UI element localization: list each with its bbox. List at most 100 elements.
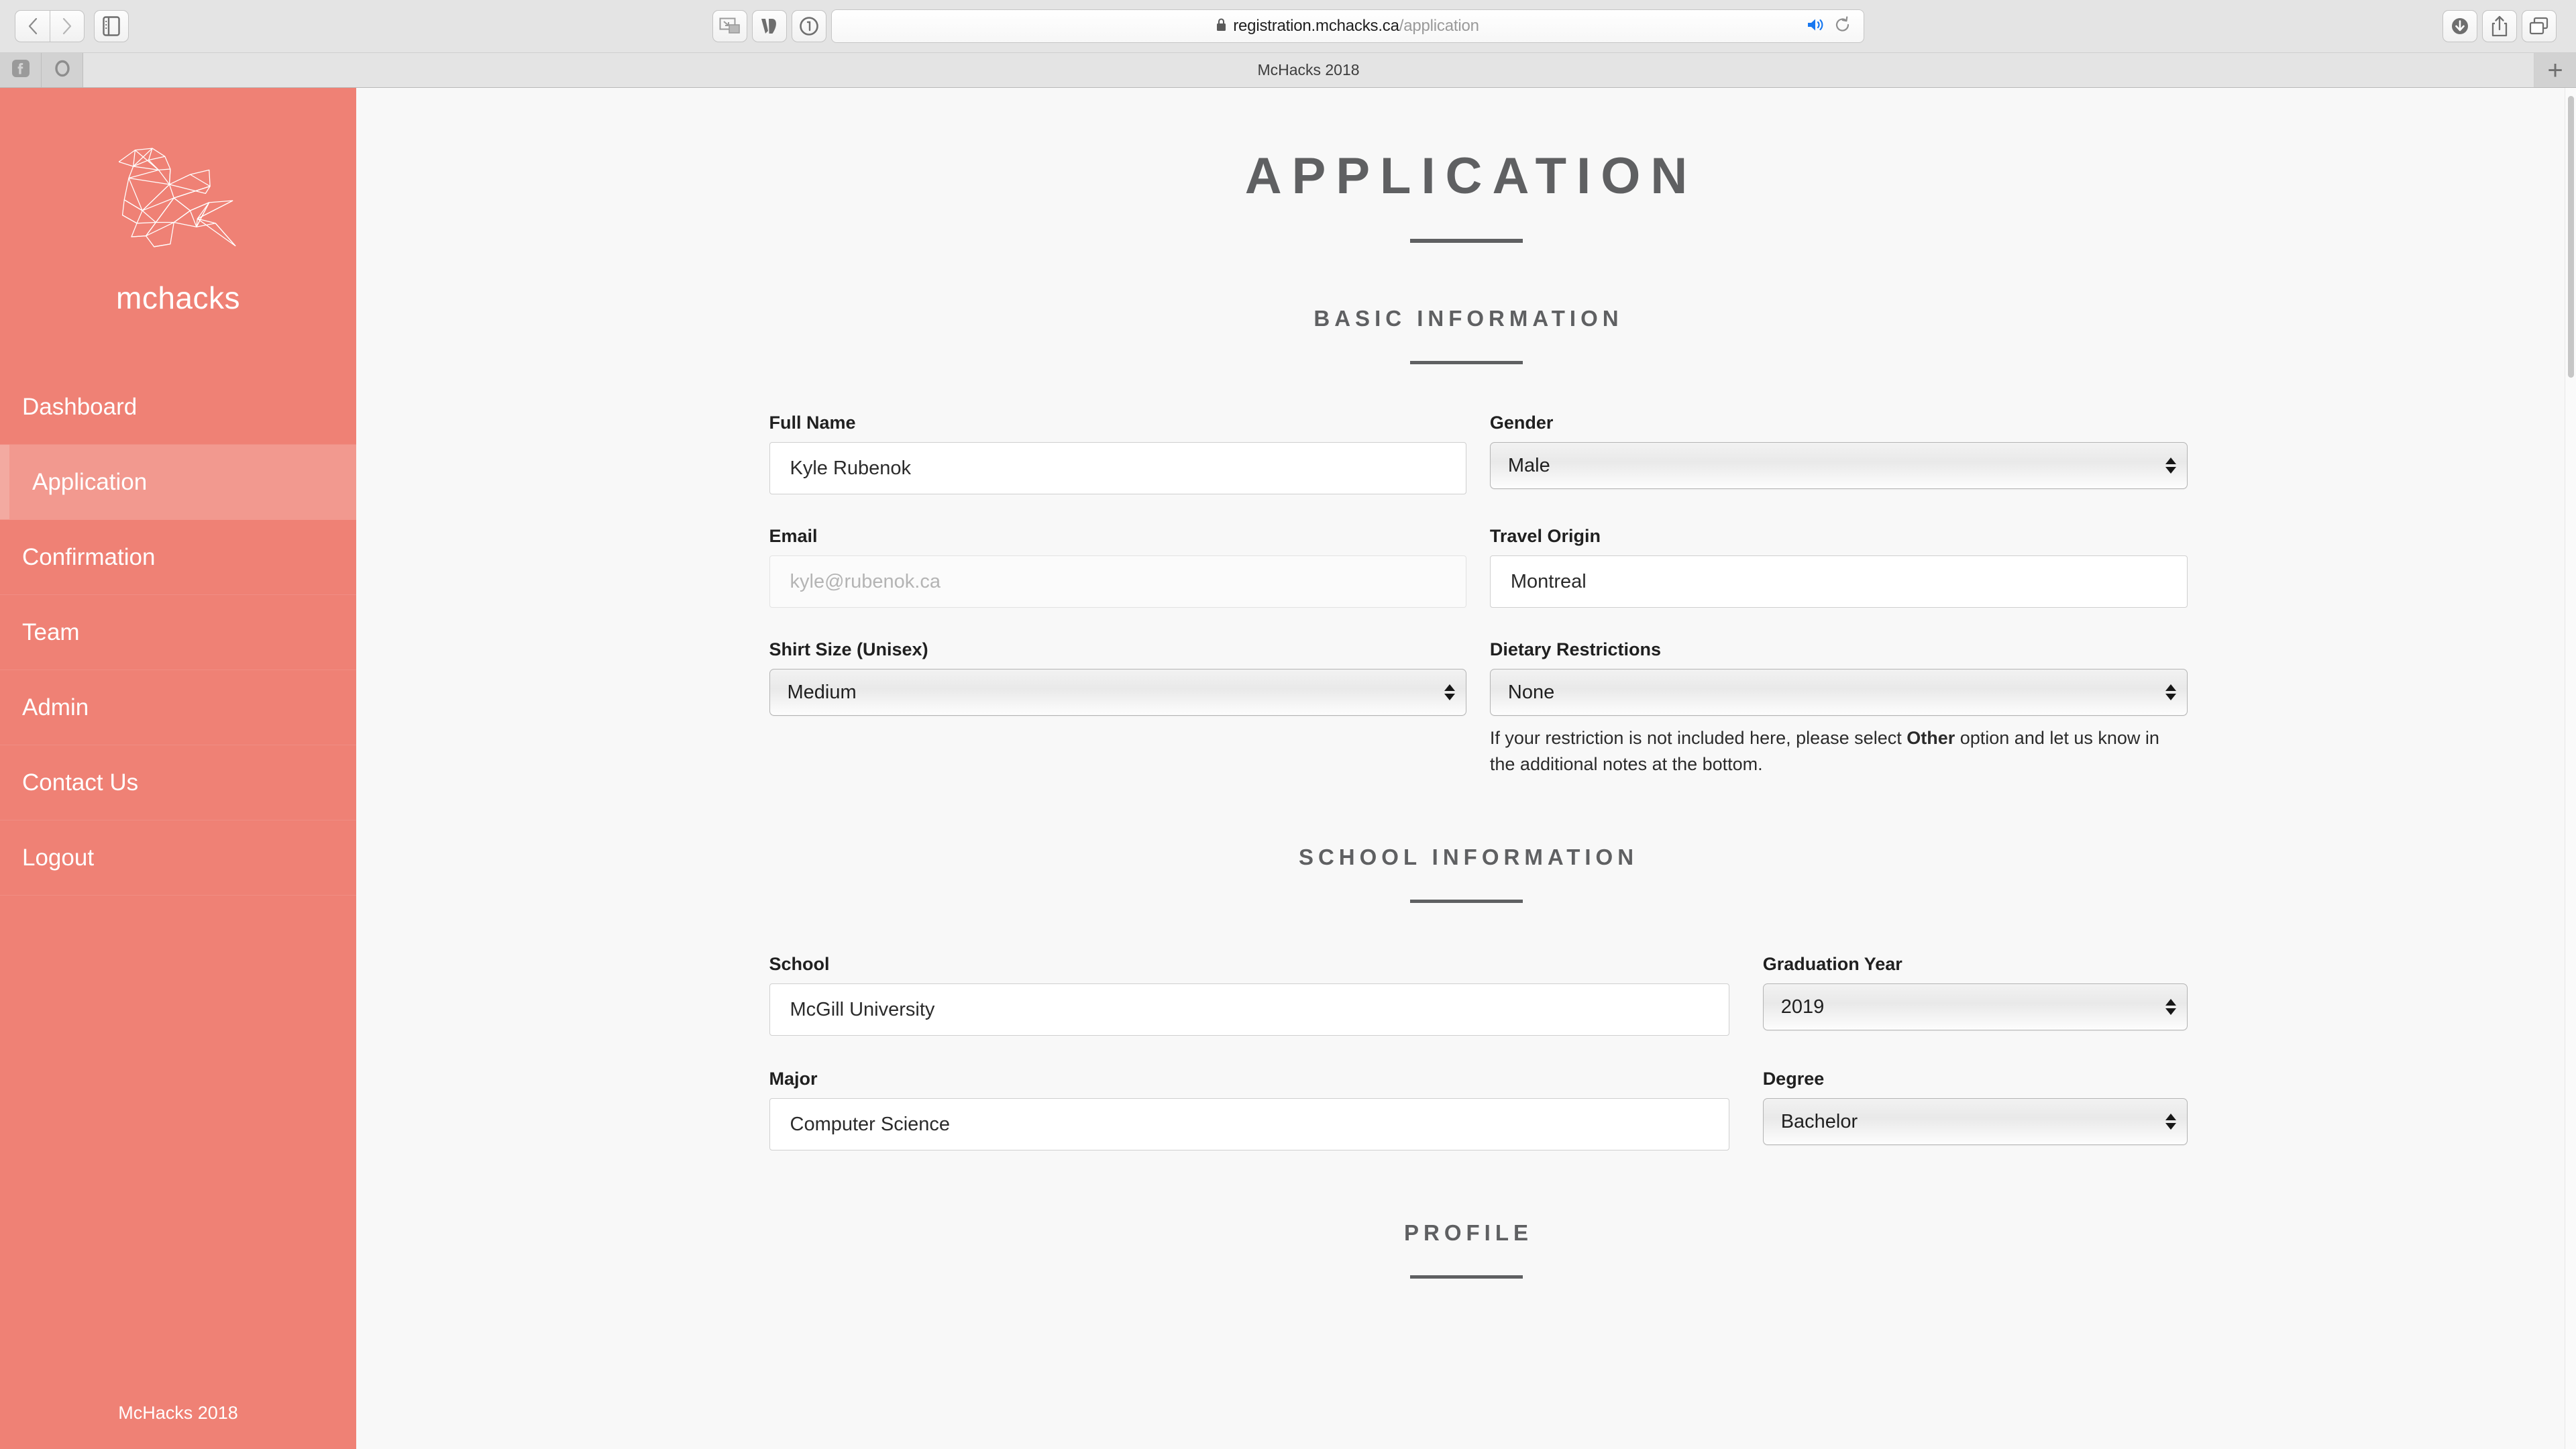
back-button[interactable] (15, 10, 50, 42)
url-text: registration.mchacks.ca/application (1233, 17, 1479, 36)
section-divider-basic (1409, 361, 1523, 364)
downloads-button[interactable] (2443, 10, 2477, 42)
select-stepper-arrows-icon (1444, 684, 1456, 700)
select-stepper-arrows-icon (2165, 458, 2176, 474)
browser-chrome: registration.mchacks.ca/application McHa… (0, 0, 2576, 88)
tab-bar: McHacks 2018 + (0, 52, 2576, 87)
active-tab-title: McHacks 2018 (1257, 61, 1360, 78)
main-content: APPLICATION BASIC INFORMATION Full Name … (356, 88, 2576, 1449)
travel-origin-input[interactable]: Montreal (1489, 555, 2188, 608)
forward-button[interactable] (50, 10, 85, 42)
page-title: APPLICATION (1244, 148, 1698, 205)
degree-select[interactable]: Bachelor (1762, 1098, 2188, 1146)
sidebar-item-confirmation[interactable]: Confirmation (0, 520, 356, 595)
email-label: Email (769, 526, 818, 546)
major-label: Major (769, 1069, 818, 1089)
dietary-restrictions-value: None (1507, 681, 1555, 703)
section-heading-profile: PROFILE (1403, 1220, 1533, 1246)
url-bar[interactable]: registration.mchacks.ca/application (830, 9, 1864, 43)
page-scrollbar[interactable] (2565, 88, 2576, 1449)
plus-icon: + (2547, 55, 2563, 85)
dietary-restrictions-label: Dietary Restrictions (1489, 639, 1661, 659)
gender-label: Gender (1489, 413, 1554, 433)
share-icon (2491, 15, 2508, 37)
sidebar-item-label: Admin (22, 694, 89, 720)
field-group-major: Major Computer Science (769, 1069, 1730, 1151)
picture-in-picture-icon (719, 17, 741, 35)
graduation-year-select[interactable]: 2019 (1762, 983, 2188, 1031)
vd-extension-button[interactable] (751, 10, 787, 42)
field-group-shirt-size: Shirt Size (Unisex) Medium (769, 639, 1467, 777)
share-button[interactable] (2482, 10, 2517, 42)
field-group-email: Email kyle@rubenok.ca (769, 526, 1467, 608)
new-tab-button[interactable]: + (2534, 53, 2576, 87)
sidebar-item-label: Confirmation (22, 543, 156, 570)
field-group-travel-origin: Travel Origin Montreal (1489, 526, 2188, 608)
brand-name: mchacks (116, 280, 240, 315)
active-tab[interactable]: McHacks 2018 (83, 53, 2534, 87)
sidebar-icon (103, 16, 120, 36)
school-input[interactable]: McGill University (769, 983, 1730, 1036)
email-input[interactable]: kyle@rubenok.ca (769, 555, 1467, 608)
dietary-restrictions-select[interactable]: None (1489, 669, 2188, 716)
full-name-value: Kyle Rubenok (790, 457, 912, 479)
vd-extension-icon (759, 16, 780, 36)
field-group-graduation-year: Graduation Year 2019 (1762, 954, 2188, 1036)
chevron-right-icon (62, 17, 72, 35)
full-name-input[interactable]: Kyle Rubenok (769, 442, 1467, 494)
sidebar: mchacks Dashboard Application Confirmati… (0, 88, 356, 1449)
download-icon (2450, 16, 2470, 36)
chevron-left-icon (28, 17, 38, 35)
onepassword-icon (799, 16, 819, 36)
tab-overview-button[interactable] (2522, 10, 2557, 42)
sidebar-item-admin[interactable]: Admin (0, 670, 356, 745)
pinned-tab-facebook[interactable] (0, 53, 42, 87)
full-name-label: Full Name (769, 413, 856, 433)
scrollbar-thumb[interactable] (2568, 96, 2574, 378)
audio-playing-icon[interactable] (1806, 17, 1825, 36)
lock-icon (1216, 17, 1227, 36)
sidebar-item-team[interactable]: Team (0, 595, 356, 670)
sidebar-item-label: Team (22, 619, 80, 645)
picture-in-picture-button[interactable] (712, 10, 747, 42)
field-group-gender: Gender Male (1489, 413, 2188, 494)
help-text-before: If your restriction is not included here… (1489, 728, 1907, 748)
onepassword-button[interactable] (791, 10, 826, 42)
shirt-size-label: Shirt Size (Unisex) (769, 639, 928, 659)
email-placeholder: kyle@rubenok.ca (790, 570, 941, 592)
section-divider-school (1409, 900, 1523, 904)
school-information-form: School McGill University Graduation Year… (745, 954, 2188, 1151)
show-sidebar-button[interactable] (94, 10, 129, 42)
reload-icon[interactable] (1834, 15, 1851, 37)
sidebar-footer: McHacks 2018 (118, 1403, 238, 1423)
select-stepper-arrows-icon (2165, 999, 2176, 1016)
gender-select[interactable]: Male (1489, 442, 2188, 489)
sidebar-item-dashboard[interactable]: Dashboard (0, 370, 356, 445)
url-domain: registration.mchacks.ca (1233, 17, 1399, 35)
section-heading-basic: BASIC INFORMATION (1313, 306, 1623, 331)
circle-icon (54, 59, 71, 81)
tab-overview-icon (2529, 17, 2549, 36)
sidebar-item-application[interactable]: Application (0, 445, 356, 520)
facebook-icon (11, 59, 30, 81)
section-heading-school: SCHOOL INFORMATION (1298, 845, 1639, 870)
graduation-year-label: Graduation Year (1762, 954, 1902, 975)
sidebar-brand[interactable]: mchacks (0, 88, 356, 316)
field-group-degree: Degree Bachelor (1762, 1069, 2188, 1150)
school-label: School (769, 954, 830, 975)
sidebar-item-label: Application (32, 468, 148, 495)
shirt-size-value: Medium (787, 681, 857, 703)
shirt-size-select[interactable]: Medium (769, 669, 1467, 716)
sidebar-nav: Dashboard Application Confirmation Team … (0, 370, 356, 896)
sidebar-item-logout[interactable]: Logout (0, 820, 356, 896)
help-text-bold: Other (1907, 728, 1955, 748)
sidebar-item-contact-us[interactable]: Contact Us (0, 745, 356, 820)
school-value: McGill University (790, 998, 935, 1020)
field-group-dietary-restrictions: Dietary Restrictions None If your restri… (1489, 639, 2188, 777)
sidebar-item-label: Dashboard (22, 393, 138, 420)
basic-information-form: Full Name Kyle Rubenok Gender Male Email… (745, 413, 2188, 777)
major-input[interactable]: Computer Science (769, 1098, 1730, 1151)
pinned-tab-opera[interactable] (42, 53, 83, 87)
browser-toolbar: registration.mchacks.ca/application (0, 0, 2576, 52)
sidebar-item-label: Logout (22, 844, 95, 871)
